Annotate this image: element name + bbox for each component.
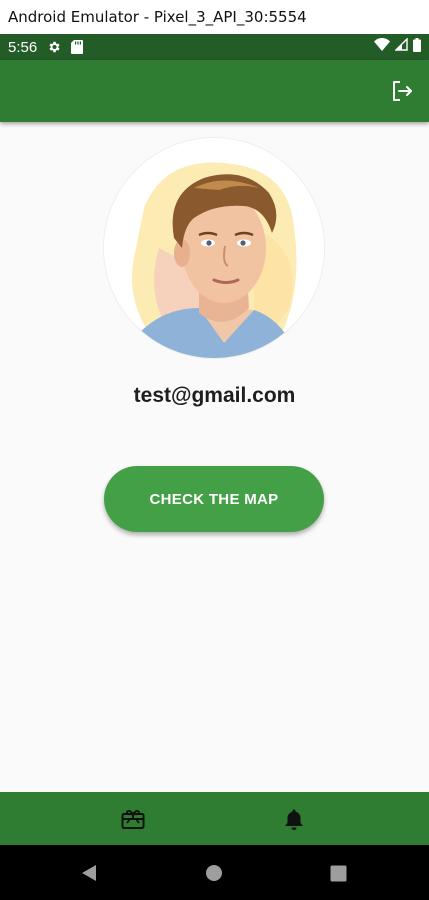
home-button[interactable] xyxy=(200,859,228,887)
status-time: 5:56 xyxy=(8,38,38,56)
gear-icon xyxy=(47,40,61,54)
recents-icon xyxy=(330,865,346,881)
logout-icon xyxy=(393,81,412,101)
gift-card-icon xyxy=(121,809,145,829)
back-icon xyxy=(82,865,96,881)
signal-icon xyxy=(394,37,408,56)
back-button[interactable] xyxy=(75,859,103,887)
logout-button[interactable] xyxy=(389,78,415,104)
bell-icon xyxy=(285,809,303,830)
battery-icon xyxy=(413,37,421,57)
nav-item-notifications[interactable] xyxy=(254,792,334,845)
window-title-bar: Android Emulator - Pixel_3_API_30:5554 xyxy=(0,0,429,34)
emulator-frame: Android Emulator - Pixel_3_API_30:5554 5… xyxy=(0,0,429,900)
user-email: test@gmail.com xyxy=(133,384,296,407)
profile-photo xyxy=(132,162,297,358)
system-navigation-bar xyxy=(0,845,429,900)
status-bar: 5:56 xyxy=(0,34,429,60)
recents-button[interactable] xyxy=(324,859,352,887)
wifi-icon xyxy=(374,38,390,56)
bottom-navigation xyxy=(0,792,429,845)
check-map-button[interactable]: CHECK THE MAP xyxy=(104,466,324,532)
app-bar xyxy=(0,60,429,122)
window-title: Android Emulator - Pixel_3_API_30:5554 xyxy=(8,8,307,26)
home-icon xyxy=(206,865,222,881)
status-right-icons xyxy=(374,37,421,57)
sd-card-icon xyxy=(71,40,84,54)
nav-item-cards[interactable] xyxy=(93,792,173,845)
profile-avatar xyxy=(104,138,324,358)
